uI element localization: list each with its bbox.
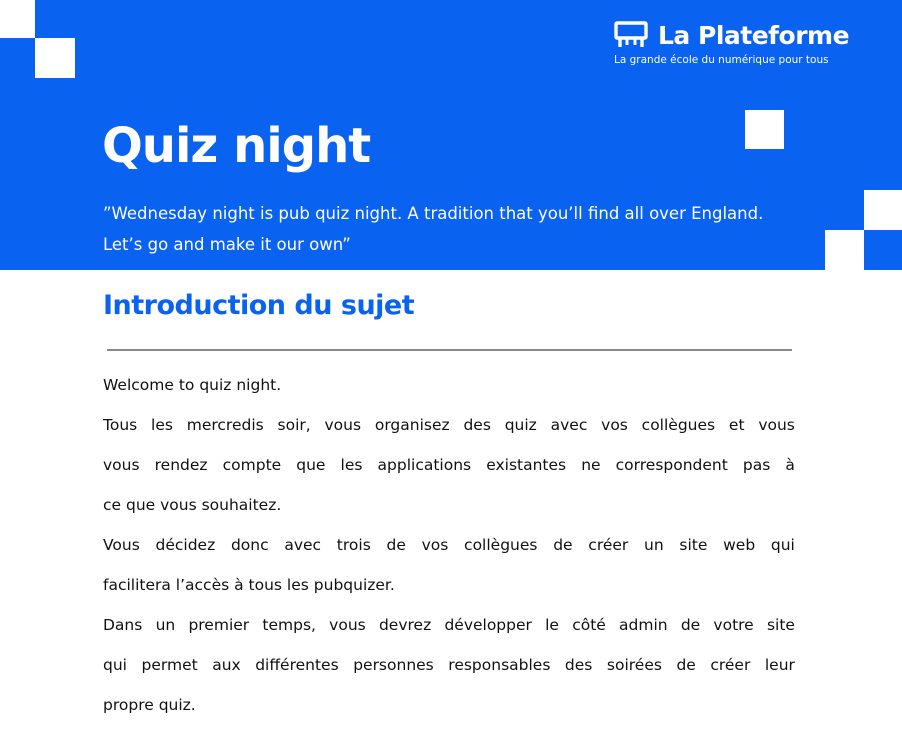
- body-word: votre: [713, 616, 754, 634]
- body-word: premier: [188, 616, 250, 634]
- body-word: Vous: [103, 536, 140, 554]
- decorative-square: [825, 230, 864, 270]
- body-word: leur: [764, 656, 795, 674]
- body-word: vous: [324, 416, 362, 434]
- body-word: rendez: [154, 456, 208, 474]
- body-word: de: [676, 656, 696, 674]
- body-word: vos: [601, 416, 628, 434]
- brand-tagline: La grande école du numérique pour tous: [614, 54, 829, 66]
- body-word: compte: [222, 456, 282, 474]
- body-word: Tous: [103, 416, 138, 434]
- la-plateforme-logo-icon: [614, 21, 648, 49]
- body-word: temps,: [262, 616, 316, 634]
- body-line: Dans un premier temps, vous devrez développer l…: [103, 610, 795, 650]
- body-word: les: [151, 416, 173, 434]
- body-word: et: [728, 416, 745, 434]
- body-word: devrez: [378, 616, 432, 634]
- body-word: aux: [212, 656, 241, 674]
- decorative-square: [745, 110, 784, 149]
- body-word: un: [644, 536, 664, 554]
- body-line: Tous les mercredis soir, vous organisez des qui…: [103, 410, 795, 450]
- decorative-square: [864, 190, 902, 230]
- body-word: vous: [329, 616, 366, 634]
- body-word: organisez: [374, 416, 450, 434]
- body-word: web: [723, 536, 756, 554]
- body-word: site: [766, 616, 795, 634]
- body-word: qui: [103, 656, 127, 674]
- body-word: collègues: [464, 536, 538, 554]
- body-word: trois: [336, 536, 371, 554]
- body-word: collègues: [641, 416, 716, 434]
- quote-line: Let’s go and make it our own”: [103, 235, 351, 254]
- body-word: soir,: [277, 416, 311, 434]
- body-word: différentes: [255, 656, 339, 674]
- body-word: avec: [550, 416, 588, 434]
- body-word: à: [785, 456, 795, 474]
- body-word: responsables: [448, 656, 551, 674]
- section-divider: [107, 349, 792, 351]
- body-word: quiz: [504, 416, 537, 434]
- body-line: ce que vous souhaitez.: [103, 496, 282, 514]
- body-word: site: [679, 536, 708, 554]
- body-line: qui permet aux différentes personnes responsa…: [103, 650, 795, 690]
- body-word: des: [463, 416, 491, 434]
- quote-line: ”Wednesday night is pub quiz night. A tr…: [103, 204, 764, 223]
- body-word: vous: [103, 456, 140, 474]
- body-text: Welcome to quiz night. Tous les mercredis so…: [103, 370, 795, 730]
- brand-block: La Plateforme La grande école du numériq…: [614, 18, 864, 67]
- brand-row: La Plateforme: [614, 18, 864, 52]
- decorative-square: [35, 38, 75, 78]
- body-word: qui: [770, 536, 795, 554]
- body-word: créer: [588, 536, 629, 554]
- body-word: correspondent: [615, 456, 728, 474]
- body-line: propre quiz.: [103, 696, 196, 714]
- body-word: développer: [444, 616, 532, 634]
- section-heading: Introduction du sujet: [103, 290, 415, 321]
- body-word: avec: [284, 536, 322, 554]
- body-word: de: [680, 616, 701, 634]
- page-title: Quiz night: [102, 118, 371, 174]
- header-banner: La Plateforme La grande école du numériq…: [0, 0, 902, 270]
- body-word: Dans: [103, 616, 143, 634]
- body-word: permet: [141, 656, 198, 674]
- body-line: vous rendez compte que les applications exista…: [103, 450, 795, 490]
- body-word: admin: [619, 616, 668, 634]
- body-word: de: [386, 536, 406, 554]
- body-word: un: [155, 616, 176, 634]
- decorative-square: [0, 0, 35, 38]
- body-word: côté: [572, 616, 606, 634]
- body-word: ne: [581, 456, 601, 474]
- body-word: créer: [710, 656, 751, 674]
- body-word: le: [545, 616, 559, 634]
- body-word: existantes: [486, 456, 567, 474]
- body-word: que: [296, 456, 326, 474]
- body-line: facilitera l’accès à tous les pubquizer.: [103, 576, 395, 594]
- brand-name: La Plateforme: [658, 20, 850, 50]
- body-word: les: [340, 456, 363, 474]
- body-word: vous: [758, 416, 795, 434]
- body-word: applications: [377, 456, 472, 474]
- body-word: de: [553, 536, 573, 554]
- header-quote: ”Wednesday night is pub quiz night. A tr…: [103, 198, 823, 260]
- body-word: des: [564, 656, 593, 674]
- body-word: pas: [742, 456, 771, 474]
- body-word: vos: [421, 536, 449, 554]
- body-word: personnes: [353, 656, 434, 674]
- body-word: soirées: [606, 656, 662, 674]
- body-word: décidez: [155, 536, 216, 554]
- body-line: Vous décidez donc avec trois de vos collègues de…: [103, 530, 795, 570]
- body-line: Welcome to quiz night.: [103, 376, 282, 394]
- body-word: mercredis: [186, 416, 264, 434]
- body-word: donc: [230, 536, 269, 554]
